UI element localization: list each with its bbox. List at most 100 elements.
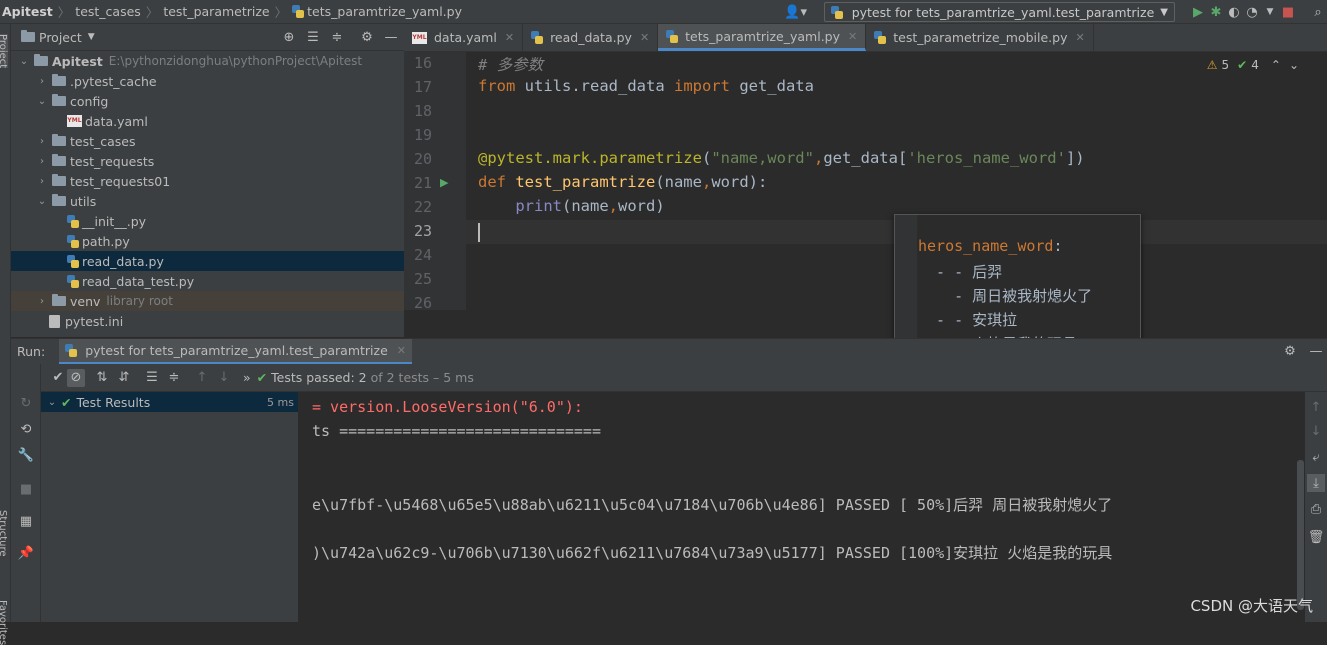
run-configuration-label: pytest for tets_paramtrize_yaml.test_par… xyxy=(851,4,1155,20)
chevron-right-icon[interactable]: › xyxy=(35,136,49,147)
show-passed-icon[interactable]: ✔ xyxy=(49,369,67,387)
tree-item[interactable]: __init__.py xyxy=(11,211,404,231)
tree-item[interactable]: › test_requests01 xyxy=(11,171,404,191)
chevron-down-icon[interactable]: ⌄ xyxy=(1289,58,1299,72)
close-icon[interactable]: ✕ xyxy=(397,344,406,357)
tree-item[interactable]: path.py xyxy=(11,231,404,251)
layout-icon[interactable]: ▦ xyxy=(17,512,35,530)
trash-icon[interactable]: 🗑 xyxy=(1307,528,1325,546)
run-tab-label: pytest for tets_paramtrize_yaml.test_par… xyxy=(85,342,388,358)
stop-icon[interactable]: ■ xyxy=(17,480,35,498)
run-test-gutter-icon[interactable]: ▶ xyxy=(440,176,448,189)
run-icon[interactable]: ▶ xyxy=(1189,3,1207,21)
more-icon[interactable]: » xyxy=(243,370,251,385)
test-results-row[interactable]: ⌄ ✔ Test Results 5 ms xyxy=(41,392,298,412)
tree-item[interactable]: › venv library root xyxy=(11,291,404,311)
chevron-right-icon[interactable]: › xyxy=(35,76,49,87)
watermark: CSDN @大语天气 xyxy=(1190,597,1313,615)
tree-item[interactable]: read_data_test.py xyxy=(11,271,404,291)
editor-tab[interactable]: read_data.py ✕ xyxy=(523,24,659,51)
previous-failed-icon[interactable]: ↑ xyxy=(193,369,211,387)
chevron-right-icon[interactable]: › xyxy=(35,176,49,187)
run-tab[interactable]: pytest for tets_paramtrize_yaml.test_par… xyxy=(59,338,412,365)
close-icon[interactable]: ✕ xyxy=(505,31,514,44)
soft-wrap-icon[interactable]: ⤶ xyxy=(1307,448,1325,466)
collapse-all-icon[interactable]: ≑ xyxy=(328,28,346,46)
editor-tab[interactable]: tets_paramtrize_yaml.py ✕ xyxy=(658,24,867,51)
gear-icon[interactable]: ⚙ xyxy=(358,28,376,46)
editor-tab[interactable]: test_parametrize_mobile.py ✕ xyxy=(866,24,1094,51)
code-line: @pytest.mark.parametrize("name,word",get… xyxy=(478,149,1085,167)
pin-icon[interactable]: 📌 xyxy=(17,544,35,562)
structure-tool-tab[interactable]: Structure xyxy=(0,510,8,557)
chevron-down-icon[interactable]: ⌄ xyxy=(17,56,31,67)
test-status: Tests passed: 2 of 2 tests – 5 ms xyxy=(271,370,474,385)
breadcrumb-item[interactable]: test_parametrize xyxy=(163,4,269,19)
minimize-icon[interactable]: — xyxy=(382,28,400,46)
token: word) xyxy=(618,197,665,215)
editor-tab-label: test_parametrize_mobile.py xyxy=(893,30,1068,45)
editor-tab[interactable]: YML data.yaml ✕ xyxy=(404,24,524,51)
breadcrumb-item[interactable]: tets_paramtrize_yaml.py xyxy=(307,4,462,19)
collapse-all-icon[interactable]: ≑ xyxy=(165,369,183,387)
debug-icon[interactable]: ✱ xyxy=(1207,3,1225,21)
tree-item[interactable]: › .pytest_cache xyxy=(11,71,404,91)
project-tool-tab[interactable]: Project xyxy=(0,34,8,69)
tree-item[interactable]: › test_cases xyxy=(11,131,404,151)
chevron-down-icon[interactable]: ▼ xyxy=(88,32,95,42)
wrench-icon[interactable]: 🔧 xyxy=(17,446,35,464)
more-run-icon[interactable]: ▼ xyxy=(1261,3,1279,21)
rerun-failed-icon[interactable]: ↻ xyxy=(17,394,35,412)
folder-icon xyxy=(52,174,66,186)
tree-item[interactable]: read_data.py xyxy=(11,251,404,271)
close-icon[interactable]: ✕ xyxy=(1075,31,1084,44)
tree-item[interactable]: › test_requests xyxy=(11,151,404,171)
tree-item[interactable]: ⌄ config xyxy=(11,91,404,111)
chevron-down-icon[interactable]: ⌄ xyxy=(35,96,49,107)
stop-icon[interactable]: ■ xyxy=(1279,3,1297,21)
show-ignored-icon[interactable]: ⊘ xyxy=(67,368,85,387)
down-arrow-icon[interactable]: ↓ xyxy=(1307,422,1325,440)
sort-duration-icon[interactable]: ⇵ xyxy=(115,369,133,387)
scroll-to-end-icon[interactable]: ⤓ xyxy=(1307,474,1325,492)
expand-all-icon[interactable]: ☰ xyxy=(143,369,161,387)
chevron-down-icon[interactable]: ⌄ xyxy=(35,196,49,207)
tree-item[interactable]: ⌄ Apitest E:\pythonzidonghua\pythonProject… xyxy=(11,51,404,71)
search-icon[interactable]: ⌕ xyxy=(1309,3,1327,21)
run-panel-header: Run: pytest for tets_paramtrize_yaml.tes… xyxy=(11,338,1327,365)
tree-item[interactable]: ⌄ utils xyxy=(11,191,404,211)
tree-item[interactable]: YML data.yaml xyxy=(11,111,404,131)
chevron-right-icon[interactable]: › xyxy=(35,296,49,307)
breadcrumb-item[interactable]: Apitest xyxy=(2,4,53,19)
tree-item-label: .pytest_cache xyxy=(70,73,157,89)
user-icon[interactable]: 👤▾ xyxy=(782,3,810,21)
python-icon xyxy=(292,5,305,18)
minimize-icon[interactable]: — xyxy=(1307,343,1325,361)
inspection-widget[interactable]: ⚠ 5 ✔ 4 ⌃ ⌄ xyxy=(1207,58,1299,72)
breadcrumb-separator: 〉 xyxy=(57,5,71,20)
chevron-down-icon[interactable]: ⌄ xyxy=(45,397,59,408)
console-scrollbar[interactable] xyxy=(1297,460,1304,610)
breadcrumb-item[interactable]: test_cases xyxy=(75,4,141,19)
line-number: 22 xyxy=(413,198,432,216)
close-icon[interactable]: ✕ xyxy=(640,31,649,44)
print-icon[interactable]: ⎙ xyxy=(1307,500,1325,518)
chevron-right-icon[interactable]: › xyxy=(35,156,49,167)
favorites-tool-tab[interactable]: Favorites xyxy=(0,600,8,645)
gear-icon[interactable]: ⚙ xyxy=(1281,343,1299,361)
locate-icon[interactable]: ⊕ xyxy=(280,28,298,46)
tree-item[interactable]: pytest.ini xyxy=(11,311,404,331)
chevron-up-icon[interactable]: ⌃ xyxy=(1271,58,1281,72)
toggle-auto-test-icon[interactable]: ⟲ xyxy=(17,420,35,438)
project-panel-title[interactable]: Project xyxy=(39,30,82,45)
run-configuration-select[interactable]: pytest for tets_paramtrize_yaml.test_par… xyxy=(823,2,1175,22)
console-output[interactable]: = version.LooseVersion("6.0"): ts =======… xyxy=(300,392,1305,622)
profile-icon[interactable]: ◔ xyxy=(1243,3,1261,21)
up-arrow-icon[interactable]: ↑ xyxy=(1307,398,1325,416)
next-failed-icon[interactable]: ↓ xyxy=(215,369,233,387)
coverage-icon[interactable]: ◐ xyxy=(1225,3,1243,21)
token: from xyxy=(478,77,525,95)
sort-alpha-icon[interactable]: ⇅ xyxy=(93,369,111,387)
close-icon[interactable]: ✕ xyxy=(848,30,857,43)
expand-all-icon[interactable]: ☰ xyxy=(304,28,322,46)
